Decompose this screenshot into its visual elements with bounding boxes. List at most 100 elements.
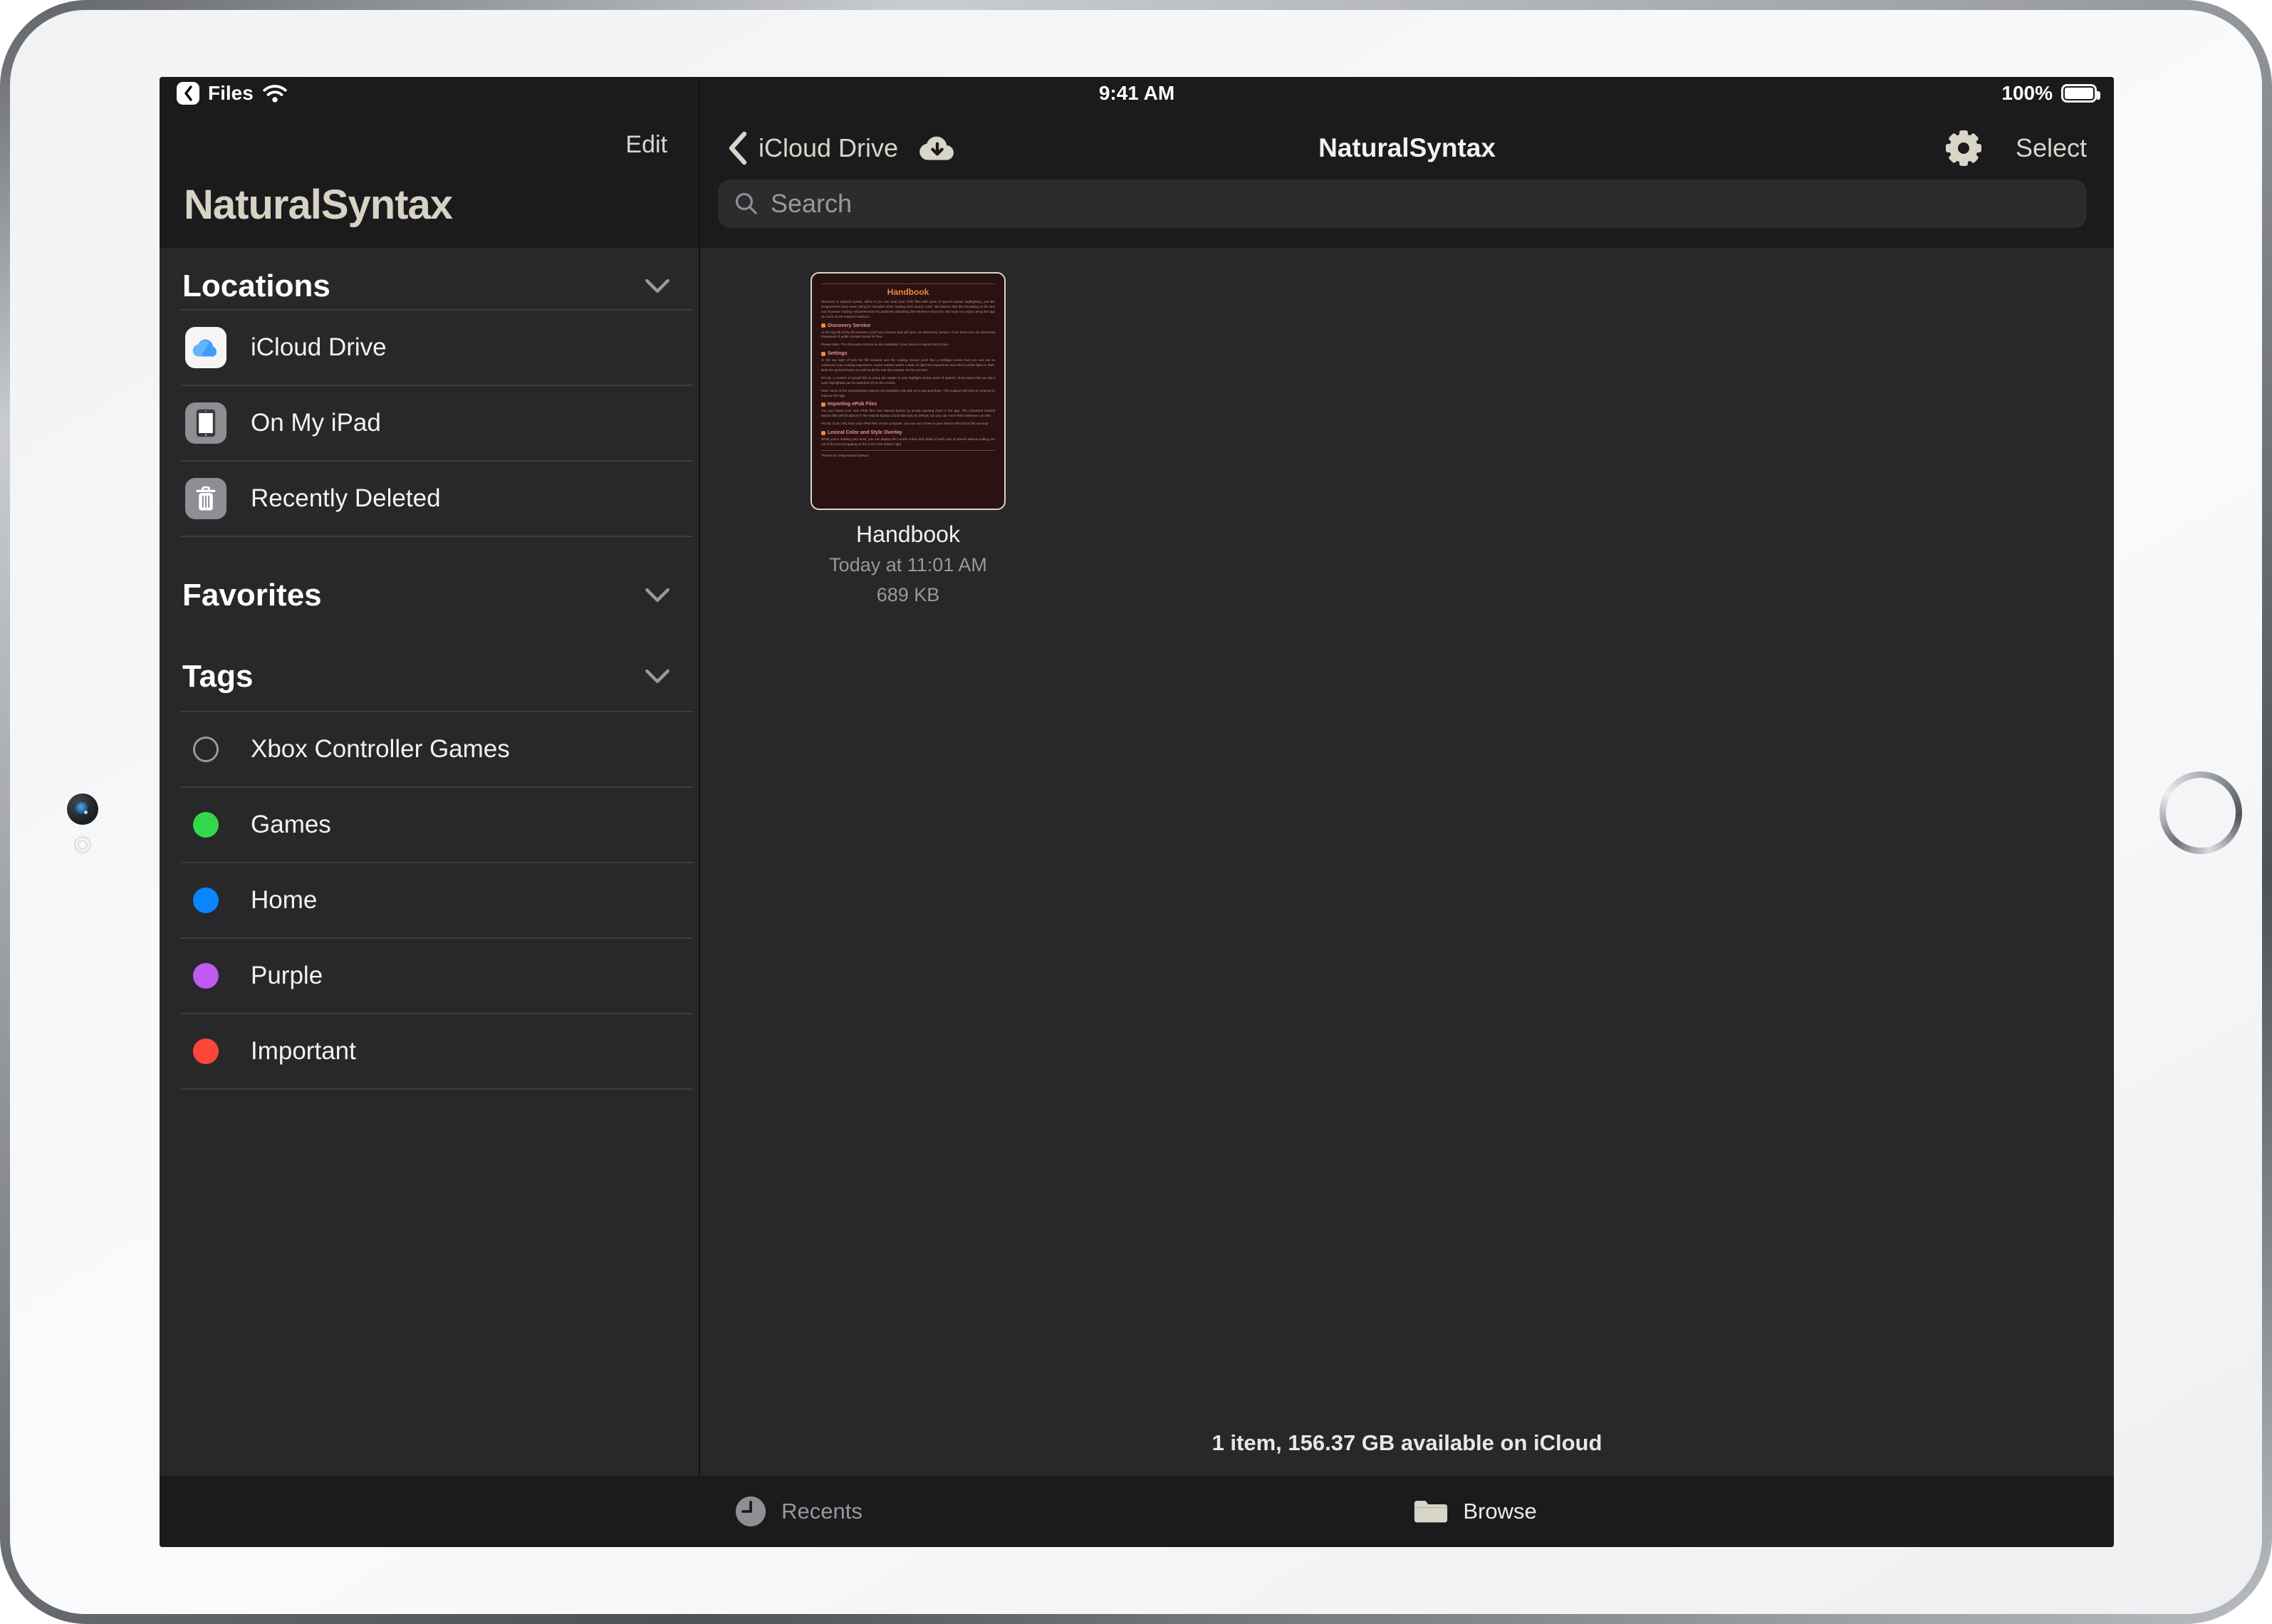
thumbnail-rule xyxy=(821,450,995,451)
file-size: 689 KB xyxy=(811,583,1006,608)
chevron-left-icon xyxy=(727,130,747,166)
sidebar-tag-xbox-controller-games[interactable]: Xbox Controller Games xyxy=(160,712,699,786)
storage-status: 1 item, 156.37 GB available on iCloud xyxy=(700,1430,2114,1456)
thumbnail-heading: Settings xyxy=(821,351,995,356)
search-bar[interactable] xyxy=(718,179,2087,228)
sidebar-item-icloud-drive[interactable]: iCloud Drive xyxy=(160,311,699,385)
thumbnail-title: Handbook xyxy=(821,287,995,297)
chevron-down-icon xyxy=(645,669,670,685)
home-button[interactable] xyxy=(2159,771,2242,854)
tag-label: Home xyxy=(251,886,317,915)
sidebar-tag-important[interactable]: Important xyxy=(160,1014,699,1088)
select-button[interactable]: Select xyxy=(2016,133,2087,163)
back-to-app-label: Files xyxy=(208,82,254,105)
locations-title: Locations xyxy=(182,269,330,304)
settings-icon xyxy=(821,352,825,356)
tag-circle-icon xyxy=(193,963,219,989)
sidebar-item-label: Recently Deleted xyxy=(251,484,441,513)
thumbnail-paragraph: You can import your own ePub files into … xyxy=(821,409,995,419)
file-modified-date: Today at 11:01 AM xyxy=(811,553,1006,578)
folder-icon xyxy=(1413,1497,1449,1526)
tab-bar: Recents Browse xyxy=(160,1476,2114,1547)
screen: Files 9:41 AM 100% Edit xyxy=(160,77,2114,1547)
thumbnail-paragraph: At the top right of both the file browse… xyxy=(821,358,995,373)
tags-title: Tags xyxy=(182,659,253,694)
battery-percent: 100% xyxy=(2001,82,2053,105)
battery-icon xyxy=(2061,84,2097,103)
ipad-frame: Files 9:41 AM 100% Edit xyxy=(0,0,2272,1624)
favorites-title: Favorites xyxy=(182,578,322,613)
divider xyxy=(181,536,693,537)
file-name: Handbook xyxy=(811,521,1006,548)
tag-circle-icon xyxy=(193,736,219,762)
header-band: Files 9:41 AM 100% Edit xyxy=(160,77,2114,248)
file-browser: Handbook Welcome to Natural Syntax, with… xyxy=(700,248,2114,1476)
folder-title: NaturalSyntax xyxy=(1318,133,1496,163)
settings-button[interactable] xyxy=(1946,130,1981,166)
trash-icon xyxy=(185,478,226,519)
tab-browse[interactable]: Browse xyxy=(1137,1476,1813,1547)
edit-button[interactable]: Edit xyxy=(160,131,699,159)
tab-recents[interactable]: Recents xyxy=(460,1476,1137,1547)
tag-label: Xbox Controller Games xyxy=(251,735,510,764)
lexical-overlay-icon xyxy=(821,431,825,435)
back-to-app-icon xyxy=(177,82,199,105)
import-icon xyxy=(821,402,825,407)
tab-browse-label: Browse xyxy=(1463,1499,1536,1524)
thumbnail-heading: Importing ePub Files xyxy=(821,402,995,407)
sidebar-item-label: On My iPad xyxy=(251,409,381,437)
search-input[interactable] xyxy=(771,189,2071,219)
thumbnail-paragraph: Note: some of the customization options … xyxy=(821,389,995,399)
tag-circle-icon xyxy=(193,888,219,913)
thumbnail-heading: Lexical Color and Style Overlay xyxy=(821,430,995,435)
sidebar-tag-purple[interactable]: Purple xyxy=(160,939,699,1013)
sidebar-item-on-my-ipad[interactable]: On My iPad xyxy=(160,386,699,460)
thumbnail-paragraph: While you're reading your book, you can … xyxy=(821,437,995,447)
search-icon xyxy=(734,191,759,217)
sidebar: Locations iCloud Drive xyxy=(160,248,699,1476)
tag-label: Games xyxy=(251,811,331,839)
icloud-drive-icon xyxy=(185,327,226,368)
sidebar-item-label: iCloud Drive xyxy=(251,333,387,362)
tag-label: Important xyxy=(251,1037,356,1066)
ambient-light-sensor xyxy=(74,836,91,853)
tag-label: Purple xyxy=(251,962,323,990)
cloud-download-icon xyxy=(917,132,958,165)
divider xyxy=(181,1088,693,1090)
gear-icon xyxy=(1959,130,1968,166)
section-header-tags[interactable]: Tags xyxy=(160,654,699,699)
discovery-service-icon xyxy=(821,323,825,328)
sidebar-tag-home[interactable]: Home xyxy=(160,863,699,937)
status-bar: Files 9:41 AM 100% xyxy=(160,77,2114,110)
thumbnail-paragraph: Pro tip: a number of people like to setu… xyxy=(821,376,995,386)
icloud-download-button[interactable] xyxy=(917,132,958,165)
clock-icon xyxy=(734,1495,767,1528)
thumbnail-paragraph: At the top left of the file browser, you… xyxy=(821,330,995,340)
back-to-app-breadcrumb[interactable]: Files xyxy=(177,82,288,105)
sidebar-tag-games[interactable]: Games xyxy=(160,788,699,862)
file-thumbnail: Handbook Welcome to Natural Syntax, with… xyxy=(811,272,1006,510)
back-button-label: iCloud Drive xyxy=(759,133,898,163)
back-button[interactable]: iCloud Drive xyxy=(727,130,898,166)
app-title: NaturalSyntax xyxy=(184,181,452,229)
thumbnail-footer: Thanks for using Natural Syntax! xyxy=(821,454,995,457)
thumbnail-rule xyxy=(821,283,995,284)
section-header-favorites[interactable]: Favorites xyxy=(160,573,699,618)
section-header-locations[interactable]: Locations xyxy=(160,264,699,309)
tab-recents-label: Recents xyxy=(781,1499,863,1524)
chevron-down-icon xyxy=(645,279,670,294)
wifi-icon xyxy=(262,83,288,103)
thumbnail-paragraph: Please Note: The Discovery Service is on… xyxy=(821,343,995,348)
chevron-down-icon xyxy=(645,588,670,603)
thumbnail-paragraph: Welcome to Natural Syntax, within it you… xyxy=(821,300,995,320)
clock-time: 9:41 AM xyxy=(1099,82,1174,105)
navigation-bar: iCloud Drive NaturalSyntax Select xyxy=(700,118,2114,178)
thumbnail-paragraph: Pro tip: if you only have your ePub file… xyxy=(821,422,995,427)
sidebar-item-recently-deleted[interactable]: Recently Deleted xyxy=(160,462,699,536)
ipad-icon xyxy=(185,402,226,444)
tag-circle-icon xyxy=(193,1039,219,1064)
tag-circle-icon xyxy=(193,812,219,838)
front-camera-icon xyxy=(67,793,98,825)
file-item-handbook[interactable]: Handbook Welcome to Natural Syntax, with… xyxy=(811,272,1006,608)
thumbnail-heading: Discovery Service xyxy=(821,323,995,328)
